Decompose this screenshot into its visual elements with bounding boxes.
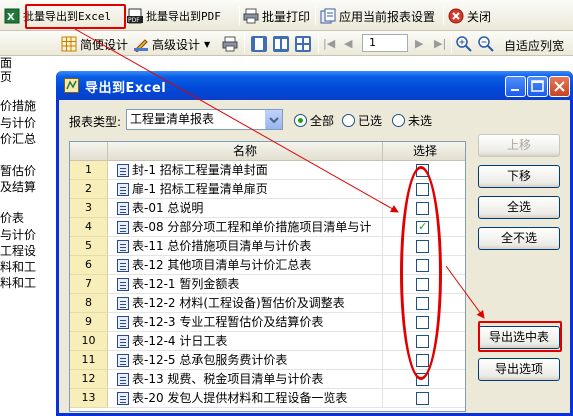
arrow-to-checkboxes: [74, 28, 399, 213]
arrow-to-export-button: [445, 265, 485, 319]
annotation-arrows: [74, 28, 485, 319]
